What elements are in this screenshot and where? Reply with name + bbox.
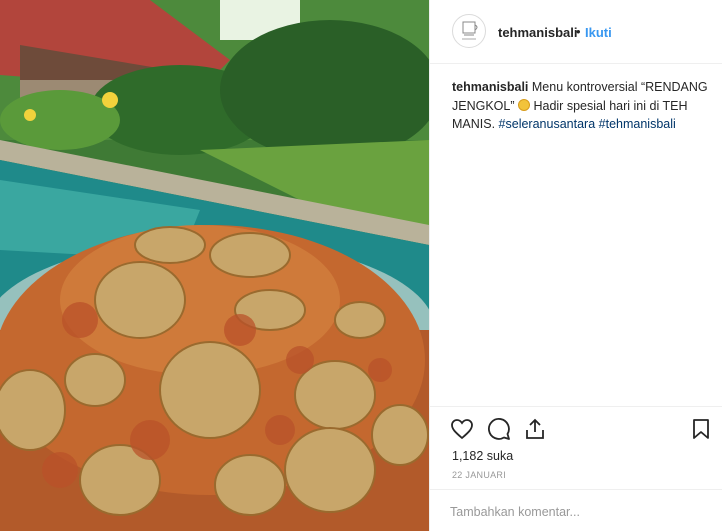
like-count[interactable]: 1,182 suka [452, 449, 513, 463]
bookmark-icon[interactable] [689, 417, 713, 441]
separator-dot: • [576, 24, 581, 39]
post-photo[interactable] [0, 0, 429, 531]
post-date[interactable]: 22 JANUARI [452, 470, 506, 480]
post-sidebar: tehmanisbali • Ikuti tehmanisbali Menu k… [429, 0, 722, 531]
post-caption: tehmanisbali Menu kontroversial “RENDANG… [452, 78, 714, 134]
hashtag-seleranusantara[interactable]: #seleranusantara [499, 117, 596, 131]
post-username[interactable]: tehmanisbali [498, 25, 577, 40]
smiling-face-emoji-icon [518, 98, 530, 111]
comment-bar [430, 489, 722, 531]
post-header: tehmanisbali • Ikuti [430, 0, 722, 64]
share-icon[interactable] [523, 417, 547, 441]
caption-username[interactable]: tehmanisbali [452, 80, 528, 94]
follow-button[interactable]: Ikuti [585, 25, 612, 40]
heart-icon[interactable] [450, 417, 474, 441]
teh-manis-logo-icon [462, 21, 478, 40]
action-bar [430, 406, 722, 453]
comment-bubble-icon[interactable] [487, 417, 511, 441]
comment-input[interactable] [450, 503, 700, 521]
avatar[interactable] [452, 14, 486, 48]
post-image [0, 0, 429, 531]
hashtag-tehmanisbali[interactable]: #tehmanisbali [599, 117, 676, 131]
